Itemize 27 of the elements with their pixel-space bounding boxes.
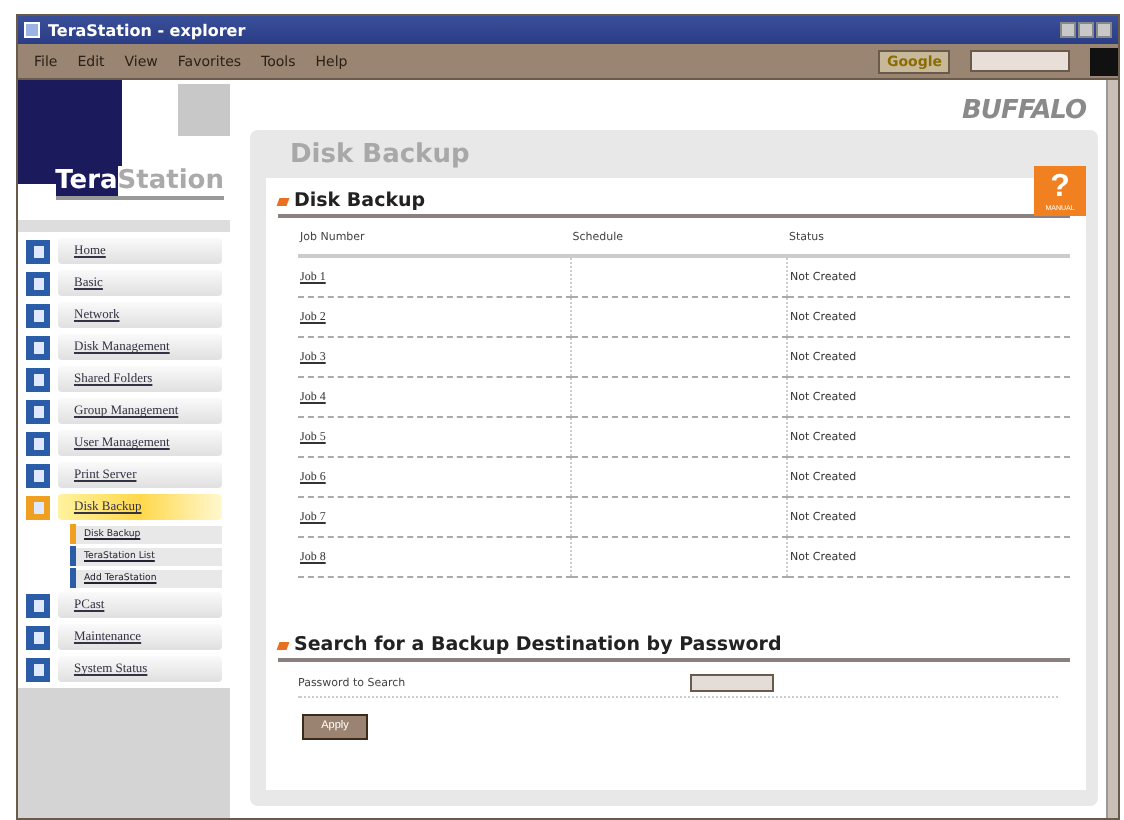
close-button[interactable]: [1096, 22, 1112, 38]
section-heading: Disk Backup: [294, 190, 426, 212]
menu-tile-icon: [26, 463, 50, 487]
menu-tile-icon: [26, 335, 50, 359]
window-title: TeraStation - explorer: [48, 21, 246, 39]
menu-tile-icon: [26, 303, 50, 327]
menu-tile-icon: [26, 399, 50, 423]
page-title: Disk Backup: [288, 138, 472, 174]
password-field[interactable]: [690, 674, 774, 692]
menu-tile-icon: [26, 271, 50, 295]
maximize-button[interactable]: [1078, 22, 1094, 38]
menu-tile-icon: [26, 239, 50, 263]
buffalo-logo: BUFFALO: [962, 96, 1086, 126]
app-icon: [24, 22, 40, 38]
bullet-icon: [276, 641, 290, 649]
menu-tile-icon: [26, 367, 50, 391]
toolbar-search-field[interactable]: [970, 50, 1070, 72]
menu-tile-icon: [26, 495, 50, 519]
section-heading: Search for a Backup Destination by Password: [294, 634, 782, 656]
bullet-icon: [276, 197, 290, 205]
menu-tile-icon: [26, 593, 50, 617]
menu-tile-icon: [26, 657, 50, 681]
minimize-button[interactable]: [1060, 22, 1076, 38]
menu-tile-icon: [26, 625, 50, 649]
window-logo-icon: [1090, 47, 1118, 75]
menu-tile-icon: [26, 431, 50, 455]
header-square: [178, 84, 230, 136]
